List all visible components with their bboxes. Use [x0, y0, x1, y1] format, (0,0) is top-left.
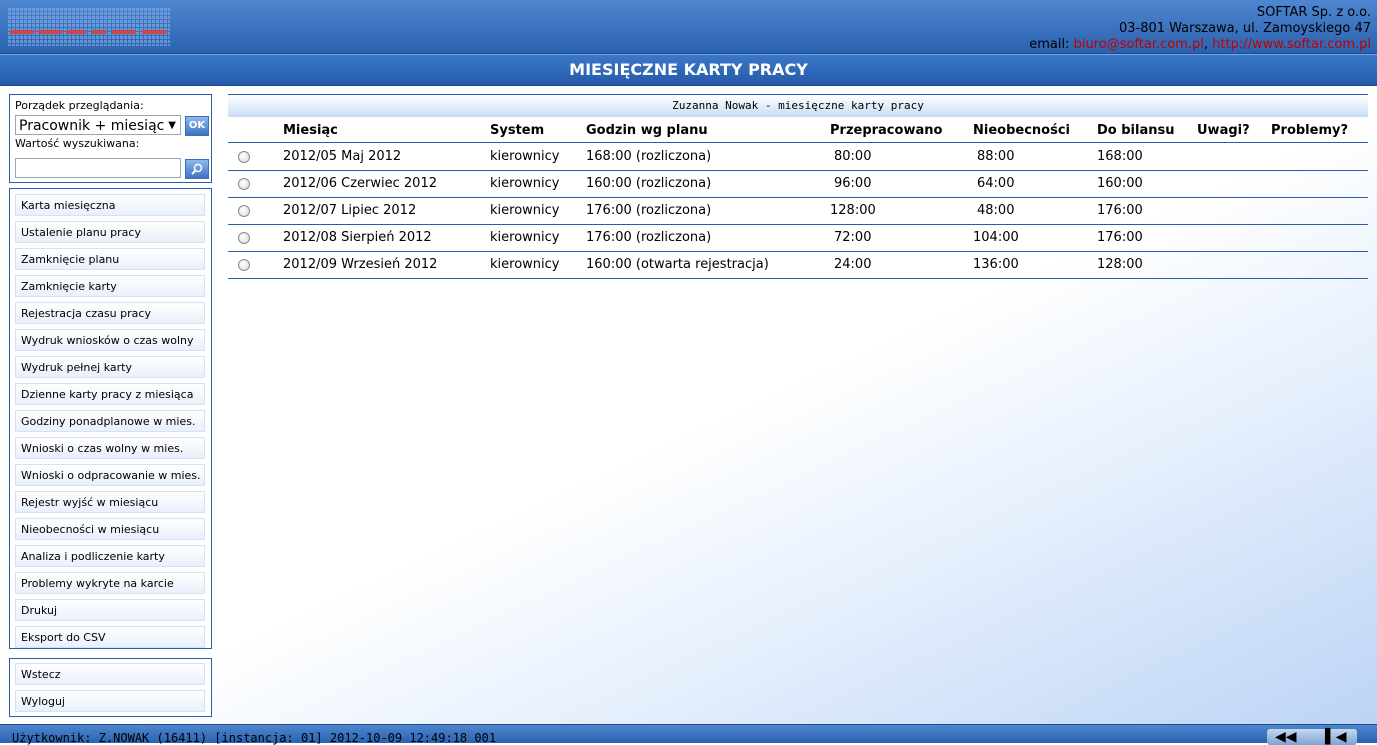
cell-month: 2012/09 Wrzesień 2012: [283, 257, 438, 272]
menu-item-zamkniecie-karty[interactable]: Zamknięcie karty: [15, 275, 205, 297]
cell-absences: 88:00: [977, 149, 1015, 164]
cell-system: kierownicy: [490, 149, 560, 164]
ok-button[interactable]: OK: [185, 116, 209, 136]
menu-item-rejestr-wyjsc[interactable]: Rejestr wyjść w miesiącu: [15, 491, 205, 513]
status-text: Użytkownik: Z.NOWAK (16411) [instancja: …: [12, 731, 497, 745]
cell-balance: 176:00: [1097, 230, 1143, 245]
cell-plan-hours: 176:00 (rozliczona): [586, 230, 712, 245]
row-radio[interactable]: [238, 259, 250, 271]
row-radio[interactable]: [238, 232, 250, 244]
menu-item-analiza[interactable]: Analiza i podliczenie karty: [15, 545, 205, 567]
menu-item-zamkniecie-planu[interactable]: Zamknięcie planu: [15, 248, 205, 270]
menu-item-wnioski-czas-wolny[interactable]: Wnioski o czas wolny w mies.: [15, 437, 205, 459]
menu-item-eksport-csv[interactable]: Eksport do CSV: [15, 626, 205, 648]
menu-item-karta-miesieczna[interactable]: Karta miesięczna: [15, 194, 205, 216]
cell-absences: 48:00: [977, 203, 1015, 218]
col-header-balance: Do bilansu: [1097, 123, 1175, 138]
search-button[interactable]: [185, 159, 209, 179]
cell-worked: 128:00: [830, 203, 876, 218]
cell-worked: 24:00: [834, 257, 872, 272]
col-header-system: System: [490, 123, 545, 138]
menu-item-problemy[interactable]: Problemy wykryte na karcie: [15, 572, 205, 594]
cell-system: kierownicy: [490, 257, 560, 272]
table-row[interactable]: 2012/07 Lipiec 2012 kierownicy 176:00 (r…: [228, 197, 1368, 225]
cell-absences: 64:00: [977, 176, 1015, 191]
work-cards-table: Zuzanna Nowak - miesięczne karty pracy M…: [228, 94, 1368, 280]
order-label: Porządek przeglądania:: [15, 99, 144, 112]
table-row[interactable]: 2012/05 Maj 2012 kierownicy 168:00 (rozl…: [228, 143, 1368, 171]
cell-month: 2012/06 Czerwiec 2012: [283, 176, 437, 191]
cell-month: 2012/07 Lipiec 2012: [283, 203, 417, 218]
page-title: MIESIĘCZNE KARTY PRACY: [0, 54, 1377, 86]
cell-month: 2012/05 Maj 2012: [283, 149, 402, 164]
search-value-label: Wartość wyszukiwana:: [15, 137, 140, 150]
menu-item-ustalenie-planu[interactable]: Ustalenie planu pracy: [15, 221, 205, 243]
col-header-remarks: Uwagi?: [1197, 123, 1250, 138]
cell-month: 2012/08 Sierpień 2012: [283, 230, 432, 245]
cell-plan-hours: 176:00 (rozliczona): [586, 203, 712, 218]
cell-plan-hours: 160:00 (otwarta rejestracja): [586, 257, 769, 272]
menu-item-nieobecnosci[interactable]: Nieobecności w miesiącu: [15, 518, 205, 540]
cell-system: kierownicy: [490, 230, 560, 245]
search-input[interactable]: [15, 158, 181, 178]
cell-worked: 72:00: [834, 230, 872, 245]
menu-item-wydruk-wnioskow[interactable]: Wydruk wniosków o czas wolny: [15, 329, 205, 351]
col-header-problems: Problemy?: [1271, 123, 1349, 138]
cell-worked: 80:00: [834, 149, 872, 164]
menu-item-wnioski-odpracowanie[interactable]: Wnioski o odpracowanie w mies.: [15, 464, 205, 486]
table-row[interactable]: 2012/08 Sierpień 2012 kierownicy 176:00 …: [228, 224, 1368, 252]
cell-balance: 128:00: [1097, 257, 1143, 272]
cell-system: kierownicy: [490, 176, 560, 191]
logout-button[interactable]: Wyloguj: [15, 690, 205, 712]
back-button[interactable]: Wstecz: [15, 663, 205, 685]
col-header-worked: Przepracowano: [830, 123, 943, 138]
cell-absences: 136:00: [973, 257, 1019, 272]
pager-controls: ◀◀ ▌◀: [1267, 729, 1357, 745]
menu-item-wydruk-pelnej-karty[interactable]: Wydruk pełnej karty: [15, 356, 205, 378]
menu-item-godziny-ponadplanowe[interactable]: Godziny ponadplanowe w mies.: [15, 410, 205, 432]
softar-logo: [8, 8, 170, 46]
cell-plan-hours: 168:00 (rozliczona): [586, 149, 712, 164]
col-header-absences: Nieobecności: [973, 123, 1070, 138]
order-select[interactable]: Pracownik + miesiąc ▼: [15, 115, 181, 135]
menu-item-dzienne-karty[interactable]: Dzienne karty pracy z miesiąca: [15, 383, 205, 405]
table-row[interactable]: 2012/09 Wrzesień 2012 kierownicy 160:00 …: [228, 251, 1368, 279]
search-icon: [191, 163, 203, 175]
status-bar: Użytkownik: Z.NOWAK (16411) [instancja: …: [0, 724, 1377, 745]
cell-absences: 104:00: [973, 230, 1019, 245]
cell-balance: 176:00: [1097, 203, 1143, 218]
row-radio[interactable]: [238, 178, 250, 190]
table-row[interactable]: 2012/06 Czerwiec 2012 kierownicy 160:00 …: [228, 170, 1368, 198]
top-header: SOFTAR Sp. z o.o. 03-801 Warszawa, ul. Z…: [0, 0, 1377, 54]
first-page-icon[interactable]: ▌◀: [1325, 729, 1347, 745]
email-label: email:: [1029, 37, 1074, 52]
search-panel: Porządek przeglądania: Pracownik + miesi…: [9, 94, 212, 183]
rewind-icon[interactable]: ◀◀: [1275, 729, 1297, 745]
table-title: Zuzanna Nowak - miesięczne karty pracy: [228, 94, 1368, 117]
col-header-plan-hours: Godzin wg planu: [586, 123, 708, 138]
contact-separator: ,: [1203, 37, 1213, 52]
company-address: 03-801 Warszawa, ul. Zamoyskiego 47: [1118, 21, 1371, 36]
action-menu: Karta miesięczna Ustalenie planu pracy Z…: [9, 188, 212, 649]
chevron-down-icon: ▼: [168, 120, 176, 131]
company-contact: email: biuro@softar.com.pl, http://www.s…: [1029, 37, 1371, 53]
cell-plan-hours: 160:00 (rozliczona): [586, 176, 712, 191]
content-area: Porządek przeglądania: Pracownik + miesi…: [0, 86, 1377, 724]
col-header-month: Miesiąc: [283, 123, 338, 138]
menu-item-rejestracja-czasu[interactable]: Rejestracja czasu pracy: [15, 302, 205, 324]
menu-item-drukuj[interactable]: Drukuj: [15, 599, 205, 621]
website-link[interactable]: http://www.softar.com.pl: [1212, 37, 1371, 52]
email-link[interactable]: biuro@softar.com.pl: [1074, 37, 1204, 52]
company-info: SOFTAR Sp. z o.o. 03-801 Warszawa, ul. Z…: [1029, 5, 1371, 53]
cell-worked: 96:00: [834, 176, 872, 191]
cell-system: kierownicy: [490, 203, 560, 218]
company-name: SOFTAR Sp. z o.o.: [1256, 5, 1371, 20]
cell-balance: 160:00: [1097, 176, 1143, 191]
row-radio[interactable]: [238, 205, 250, 217]
nav-panel: Wstecz Wyloguj: [9, 658, 212, 717]
order-select-value: Pracownik + miesiąc: [19, 118, 165, 134]
row-radio[interactable]: [238, 151, 250, 163]
cell-balance: 168:00: [1097, 149, 1143, 164]
